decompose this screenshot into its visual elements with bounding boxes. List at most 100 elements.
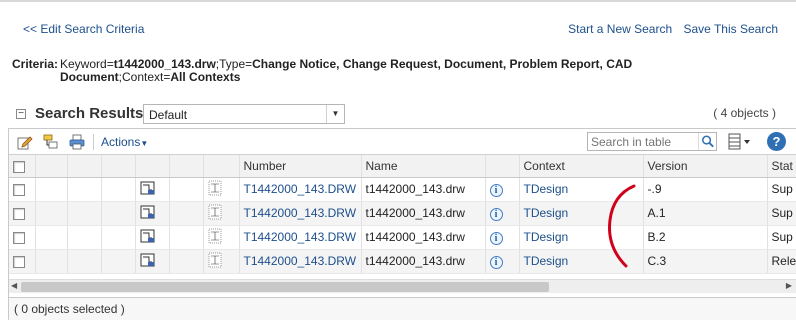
number-cell: T1442000_143.DRW <box>239 225 362 250</box>
type-label: ;Type= <box>215 57 253 71</box>
row-select-cell <box>9 225 36 250</box>
scroll-right-icon[interactable]: ▶ <box>786 281 792 290</box>
table-toolbar: Actions▼ ? <box>9 129 796 155</box>
number-link[interactable]: T1442000_143.DRW <box>244 206 357 220</box>
empty-cell <box>35 249 68 274</box>
number-link[interactable]: T1442000_143.DRW <box>244 254 357 268</box>
results-header: − Search Results Default ▼ ( 4 objects ) <box>16 104 786 124</box>
chevron-down-icon: ▼ <box>140 139 149 148</box>
part-icon <box>140 229 154 242</box>
state-cell: Sup <box>767 225 796 250</box>
table-row[interactable]: T1442000_143.DRW t1442000_143.drw i TDes… <box>9 225 796 250</box>
collapse-icon[interactable]: − <box>16 109 26 119</box>
thumb-cell <box>203 177 240 202</box>
table-header-row: Number Name Context Version Stat <box>9 155 796 178</box>
row-select-cell <box>9 201 36 226</box>
save-search-link[interactable]: Save This Search <box>684 22 779 36</box>
number-link[interactable]: T1442000_143.DRW <box>244 182 357 196</box>
horizontal-scrollbar[interactable]: ◀ ▶ <box>9 279 796 293</box>
part-icon <box>140 205 154 218</box>
object-count: ( 4 objects ) <box>713 106 776 120</box>
table-search <box>587 132 717 151</box>
scroll-left-icon[interactable]: ◀ <box>11 281 17 290</box>
info-cell: i <box>485 249 520 274</box>
version-cell: B.2 <box>643 225 768 250</box>
select-all-checkbox[interactable] <box>13 160 25 173</box>
chevron-down-icon: ▼ <box>326 105 344 123</box>
context-link[interactable]: TDesign <box>524 254 569 268</box>
info-cell: i <box>485 201 520 226</box>
number-link[interactable]: T1442000_143.DRW <box>244 230 357 244</box>
empty-cell <box>67 177 102 202</box>
table-row[interactable]: T1442000_143.DRW t1442000_143.drw i TDes… <box>9 249 796 274</box>
state-cell: Sup <box>767 201 796 226</box>
empty-cell <box>169 201 204 226</box>
info-icon[interactable]: i <box>489 231 503 245</box>
context-value: All Contexts <box>170 70 241 84</box>
results-table: Number Name Context Version Stat T144200… <box>9 155 796 274</box>
view-select[interactable]: Default ▼ <box>143 104 345 124</box>
info-icon[interactable]: i <box>489 255 503 269</box>
drawing-icon[interactable] <box>208 228 222 244</box>
part-icon <box>140 253 154 266</box>
column-header-number[interactable]: Number <box>239 155 362 178</box>
results-table-panel: Actions▼ ? <box>8 128 796 320</box>
table-row[interactable]: T1442000_143.DRW t1442000_143.drw i TDes… <box>9 177 796 202</box>
header-blank <box>135 155 170 178</box>
empty-cell <box>35 225 68 250</box>
type-cell <box>135 201 170 226</box>
thumb-cell <box>203 249 240 274</box>
header-blank <box>101 155 136 178</box>
column-header-context[interactable]: Context <box>519 155 644 178</box>
empty-cell <box>35 177 68 202</box>
thumb-cell <box>203 201 240 226</box>
empty-cell <box>169 249 204 274</box>
context-link[interactable]: TDesign <box>524 230 569 244</box>
scrollbar-thumb[interactable] <box>21 282 549 292</box>
name-cell: t1442000_143.drw <box>361 249 486 274</box>
row-checkbox[interactable] <box>13 207 25 220</box>
set-state-icon[interactable] <box>43 134 59 150</box>
row-checkbox[interactable] <box>13 255 25 268</box>
row-checkbox[interactable] <box>13 231 25 244</box>
column-header-state[interactable]: Stat <box>767 155 796 178</box>
search-in-table-input[interactable] <box>588 133 696 150</box>
thumb-cell <box>203 225 240 250</box>
drawing-icon[interactable] <box>208 180 222 196</box>
number-cell: T1442000_143.DRW <box>239 201 362 226</box>
actions-menu[interactable]: Actions▼ <box>101 135 148 149</box>
context-link[interactable]: TDesign <box>524 182 569 196</box>
criteria-label: Criteria: <box>12 57 59 71</box>
empty-cell <box>67 249 102 274</box>
row-checkbox[interactable] <box>13 183 25 196</box>
version-cell: A.1 <box>643 201 768 226</box>
version-cell: C.3 <box>643 249 768 274</box>
search-icon[interactable] <box>698 133 716 150</box>
columns-icon[interactable] <box>727 132 753 151</box>
empty-cell <box>35 201 68 226</box>
start-new-search-link[interactable]: Start a New Search <box>568 22 672 36</box>
help-icon[interactable]: ? <box>767 132 786 151</box>
name-cell: t1442000_143.drw <box>361 225 486 250</box>
toolbar-separator <box>93 134 94 150</box>
type-value-cont: Document <box>60 70 119 84</box>
top-links: Start a New Search Save This Search <box>560 22 778 36</box>
column-header-name[interactable]: Name <box>361 155 486 178</box>
number-cell: T1442000_143.DRW <box>239 177 362 202</box>
info-icon[interactable]: i <box>489 183 503 197</box>
state-cell: Sup <box>767 177 796 202</box>
print-icon[interactable] <box>69 134 85 150</box>
context-link[interactable]: TDesign <box>524 206 569 220</box>
drawing-icon[interactable] <box>208 252 222 268</box>
table-row[interactable]: T1442000_143.DRW t1442000_143.drw i TDes… <box>9 201 796 226</box>
edit-icon[interactable] <box>17 134 33 150</box>
header-blank <box>203 155 240 178</box>
info-icon[interactable]: i <box>489 207 503 221</box>
search-criteria: Criteria: Keyword=t1442000_143.drw;Type=C… <box>12 58 632 84</box>
context-label: ;Context= <box>118 70 171 84</box>
column-header-version[interactable]: Version <box>643 155 768 178</box>
edit-search-criteria-link[interactable]: << Edit Search Criteria <box>23 22 144 36</box>
row-select-cell <box>9 177 36 202</box>
empty-cell <box>101 201 136 226</box>
drawing-icon[interactable] <box>208 204 222 220</box>
